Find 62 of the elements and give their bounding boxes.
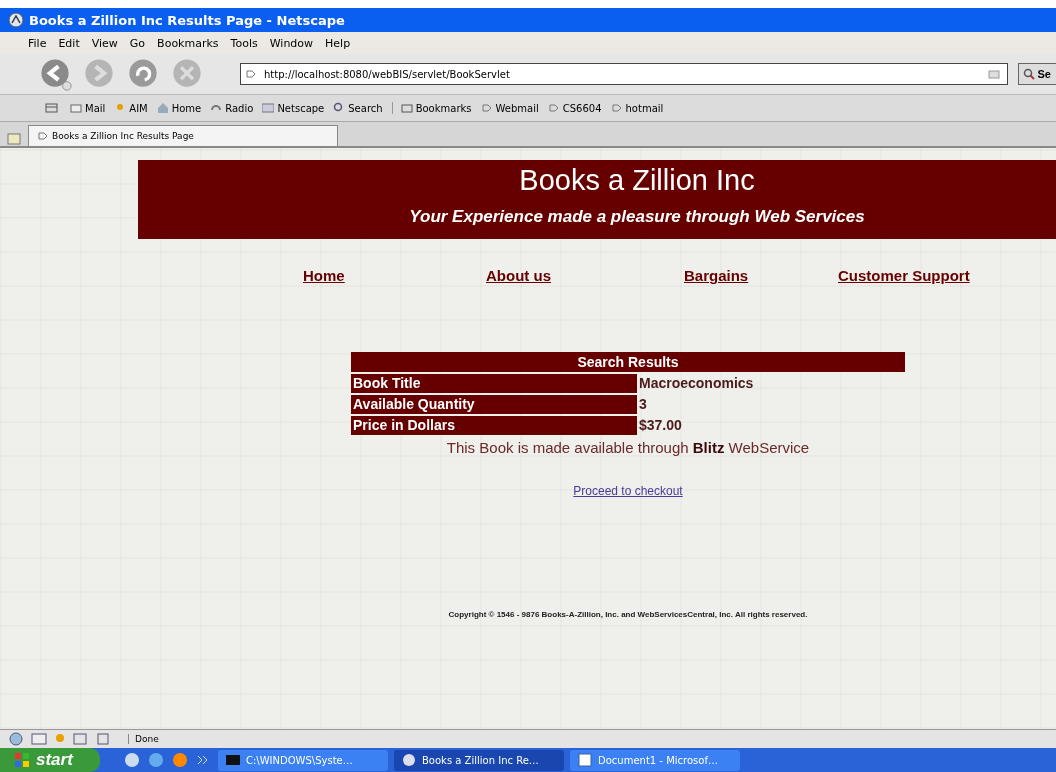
copyright-notice: Copyright © 1546 - 9876 Books-A-Zillion, Inc. and WebServicesCentral, Inc. All rights reserved.: [448, 610, 808, 619]
site-tagline: Your Experience made a pleasure through Web Services: [409, 207, 865, 227]
menu-item[interactable]: Help: [325, 36, 351, 50]
toolbar-link[interactable]: Webmail: [480, 102, 539, 114]
toolbar-link[interactable]: hotmail: [610, 102, 664, 114]
sidebar-icon[interactable]: [6, 132, 22, 146]
tab-toggle-icon[interactable]: [45, 101, 61, 115]
document-icon: [578, 753, 592, 767]
house-icon: [156, 102, 169, 114]
menu-item[interactable]: View: [91, 36, 118, 50]
row-value: Macroeconomics: [639, 374, 754, 393]
menu-item[interactable]: File: [28, 36, 47, 50]
badge-icon: [262, 102, 275, 114]
availability-note: This Book is made available through Blitz WebService: [445, 439, 811, 456]
start-button[interactable]: start: [0, 748, 100, 772]
browser-logo-icon: [8, 12, 24, 28]
globe-icon: [402, 753, 416, 767]
window-title: Books a Zillion Inc Results Page - Netscape: [29, 12, 345, 28]
taskbar-button[interactable]: Books a Zillion Inc Re…: [394, 749, 564, 771]
row-value: 3: [639, 395, 647, 414]
toolbar-link[interactable]: Home: [156, 102, 202, 114]
toolbar-link[interactable]: CS6604: [547, 102, 602, 114]
taskbar-button[interactable]: C:\WINDOWS\Syste…: [218, 749, 388, 771]
search-icon: [1022, 68, 1035, 80]
search-button[interactable]: Se: [1017, 63, 1056, 85]
menu-item[interactable]: Tools: [230, 36, 258, 50]
back-button[interactable]: [38, 57, 72, 91]
site-title: Books a Zillion Inc: [519, 164, 755, 197]
toolbar-link[interactable]: Mail: [70, 102, 106, 114]
toolbar-link[interactable]: AIM: [114, 102, 148, 114]
row-label: Book Title: [351, 374, 637, 393]
nav-link[interactable]: Home: [303, 267, 486, 284]
bookmark-icon: [480, 102, 493, 114]
menu-item[interactable]: Bookmarks: [157, 36, 219, 50]
results-heading: Search Results: [351, 352, 905, 372]
nav-link[interactable]: About us: [486, 267, 684, 284]
folder-icon: [400, 102, 413, 114]
taskbar-button[interactable]: Document1 - Microsof…: [570, 749, 740, 771]
menu-item[interactable]: Window: [269, 36, 314, 50]
toolbar-link[interactable]: Search: [333, 102, 383, 114]
bookmark-icon: [245, 68, 257, 80]
envelope-icon: [70, 102, 82, 114]
status-text: Done: [128, 734, 159, 744]
checkout-link[interactable]: Proceed to checkout: [573, 484, 683, 498]
bookmark-icon: [610, 102, 623, 114]
nav-link[interactable]: Customer Support: [838, 267, 970, 284]
menu-item[interactable]: Edit: [58, 36, 80, 50]
bookmark-icon: [37, 130, 49, 142]
address-field[interactable]: http://localhost:8080/webBIS/servlet/BookServlet: [240, 63, 1008, 85]
bookmark-icon: [547, 102, 560, 114]
nav-link[interactable]: Bargains: [684, 267, 838, 284]
toolbar-link[interactable]: Radio: [210, 102, 254, 114]
menu-item[interactable]: Go: [129, 36, 146, 50]
row-label: Available Quantity: [351, 395, 637, 414]
windows-flag-icon: [14, 752, 30, 768]
toolbar-link[interactable]: Netscape: [262, 102, 325, 114]
row-label: Price in Dollars: [351, 416, 637, 435]
console-icon: [226, 753, 240, 767]
row-value: $37.00: [639, 416, 682, 435]
dropdown-icon: [987, 68, 1000, 80]
browser-tab[interactable]: Books a Zillion Inc Results Page: [28, 125, 338, 146]
toolbar-link[interactable]: Bookmarks: [391, 102, 472, 114]
